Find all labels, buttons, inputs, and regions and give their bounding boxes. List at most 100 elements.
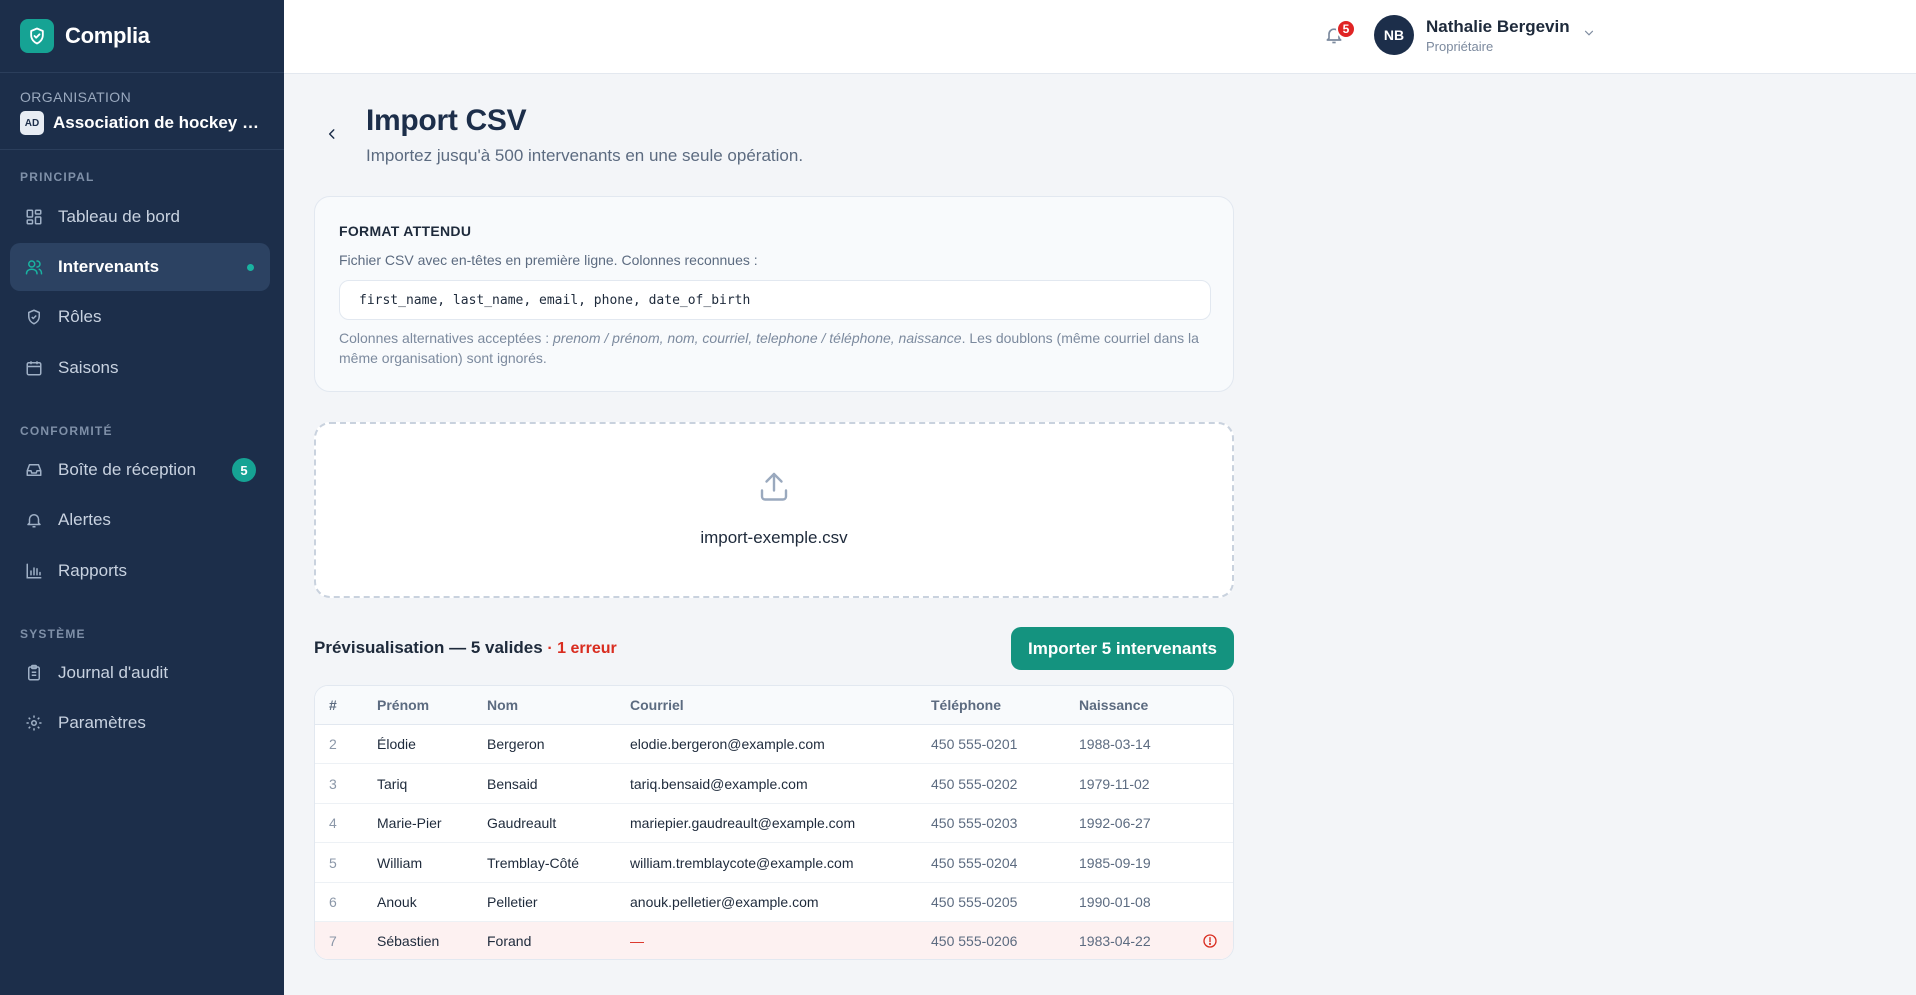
inbox-count-badge: 5 xyxy=(232,458,256,482)
table-row-error: 7 Sébastien Forand — 450 555-0206 1983-0… xyxy=(315,922,1233,959)
bar-chart-icon xyxy=(24,561,44,581)
cell-nom: Bergeron xyxy=(487,736,545,752)
cell-num: 4 xyxy=(329,815,337,831)
chevron-left-icon xyxy=(328,129,335,139)
sidebar-item-label: Saisons xyxy=(58,358,119,377)
app-name: Complia xyxy=(65,23,150,48)
preview-title: Prévisualisation — 5 valides · 1 erreur xyxy=(314,638,617,658)
org-label: ORGANISATION xyxy=(20,89,132,105)
cell-telephone: 450 555-0201 xyxy=(931,736,1018,752)
cell-courriel: anouk.pelletier@example.com xyxy=(630,894,819,910)
selected-file-name: import-exemple.csv xyxy=(700,528,848,547)
topbar xyxy=(284,0,1916,74)
sidebar-item-audit[interactable]: Journal d'audit xyxy=(10,649,270,697)
sidebar-item-label: Rapports xyxy=(58,561,127,580)
cell-naissance: 1990-01-08 xyxy=(1079,894,1151,910)
user-role: Propriétaire xyxy=(1426,39,1494,54)
cell-prenom: William xyxy=(377,855,423,871)
error-alert-icon[interactable] xyxy=(1202,933,1219,950)
cell-num: 5 xyxy=(329,855,337,871)
col-header-naissance: Naissance xyxy=(1079,697,1149,713)
cell-telephone: 450 555-0204 xyxy=(931,855,1018,871)
sidebar-item-intervenants[interactable]: Intervenants xyxy=(10,243,270,291)
format-note: Colonnes alternatives acceptées : prenom… xyxy=(339,328,1219,368)
col-header-telephone: Téléphone xyxy=(931,697,1002,713)
avatar[interactable]: NB xyxy=(1374,15,1414,55)
sidebar-item-label: Paramètres xyxy=(58,713,146,732)
cell-naissance: 1988-03-14 xyxy=(1079,736,1151,752)
user-name[interactable]: Nathalie Bergevin xyxy=(1426,17,1570,37)
sidebar-item-saisons[interactable]: Saisons xyxy=(10,344,270,392)
cell-num: 6 xyxy=(329,894,337,910)
section-label-principal: PRINCIPAL xyxy=(20,170,95,184)
format-card: FORMAT ATTENDU Fichier CSV avec en-têtes… xyxy=(314,196,1234,392)
cell-telephone: 450 555-0206 xyxy=(931,933,1018,949)
bell-icon xyxy=(24,510,44,530)
page-title: Import CSV xyxy=(366,104,527,137)
cell-nom: Tremblay-Côté xyxy=(487,855,580,871)
table-row: 4 Marie-Pier Gaudreault mariepier.gaudre… xyxy=(315,804,1233,843)
chevron-down-icon[interactable] xyxy=(1582,26,1598,42)
sidebar: Complia ORGANISATION AD Association de h… xyxy=(0,0,284,995)
cell-num: 3 xyxy=(329,776,337,792)
col-header-courriel: Courriel xyxy=(630,697,684,713)
sidebar-item-parametres[interactable]: Paramètres xyxy=(10,699,270,747)
calendar-icon xyxy=(24,358,44,378)
cell-courriel: william.tremblaycote@example.com xyxy=(630,855,854,871)
cell-prenom: Sébastien xyxy=(377,933,440,949)
sidebar-item-roles[interactable]: Rôles xyxy=(10,293,270,341)
cell-telephone: 450 555-0203 xyxy=(931,815,1018,831)
sidebar-item-inbox[interactable]: Boîte de réception 5 xyxy=(10,446,270,494)
brand[interactable]: Complia xyxy=(0,0,284,72)
org-name: Association de hockey mineur xyxy=(53,113,263,132)
cell-prenom: Marie-Pier xyxy=(377,815,442,831)
users-icon xyxy=(24,257,44,277)
active-dot xyxy=(247,263,254,271)
table-row: 6 Anouk Pelletier anouk.pelletier@exampl… xyxy=(315,883,1233,922)
section-label-conformite: CONFORMITÉ xyxy=(20,424,113,438)
back-button[interactable] xyxy=(322,122,342,146)
sidebar-item-dashboard[interactable]: Tableau de bord xyxy=(10,193,270,241)
cell-prenom: Anouk xyxy=(377,894,417,910)
cell-nom: Bensaid xyxy=(487,776,538,792)
sidebar-item-label: Tableau de bord xyxy=(58,207,180,226)
notifications-badge: 5 xyxy=(1336,19,1356,39)
table-header: # Prénom Nom Courriel Téléphone Naissanc… xyxy=(315,686,1233,725)
cell-nom: Gaudreault xyxy=(487,815,557,831)
file-dropzone[interactable]: import-exemple.csv xyxy=(314,422,1234,598)
table-row: 5 William Tremblay-Côté william.tremblay… xyxy=(315,844,1233,883)
cell-prenom: Tariq xyxy=(377,776,408,792)
sidebar-item-label: Intervenants xyxy=(58,257,160,276)
preview-valid-count: Prévisualisation — 5 valides xyxy=(314,638,543,657)
cell-prenom: Élodie xyxy=(377,736,416,752)
page-subtitle: Importez jusqu'à 500 intervenants en une… xyxy=(366,146,804,165)
preview-error-count: · 1 erreur xyxy=(547,640,617,657)
sidebar-item-label: Alertes xyxy=(58,510,111,529)
cell-naissance: 1985-09-19 xyxy=(1079,855,1151,871)
table-row: 2 Élodie Bergeron elodie.bergeron@exampl… xyxy=(315,725,1233,764)
org-avatar: AD xyxy=(20,111,44,135)
cell-num: 7 xyxy=(329,933,337,949)
cell-naissance: 1992-06-27 xyxy=(1079,815,1151,831)
columns-code: first_name, last_name, email, phone, dat… xyxy=(339,280,1211,320)
format-description: Fichier CSV avec en-têtes en première li… xyxy=(339,252,758,268)
preview-table: # Prénom Nom Courriel Téléphone Naissanc… xyxy=(314,685,1234,960)
cell-telephone: 450 555-0202 xyxy=(931,776,1018,792)
sidebar-item-rapports[interactable]: Rapports xyxy=(10,547,270,595)
cell-courriel: mariepier.gaudreault@example.com xyxy=(630,815,856,831)
gear-icon xyxy=(24,713,44,733)
org-switcher[interactable]: ORGANISATION AD Association de hockey mi… xyxy=(0,72,284,150)
shield-check-logo-icon xyxy=(20,19,54,53)
sidebar-item-label: Boîte de réception xyxy=(58,460,196,479)
cell-telephone: 450 555-0205 xyxy=(931,894,1018,910)
cell-num: 2 xyxy=(329,736,337,752)
cell-courriel: tariq.bensaid@example.com xyxy=(630,776,808,792)
cell-naissance: 1979-11-02 xyxy=(1079,776,1150,792)
col-header-nom: Nom xyxy=(487,697,519,713)
cell-nom: Pelletier xyxy=(487,894,538,910)
sidebar-item-alertes[interactable]: Alertes xyxy=(10,496,270,544)
section-label-systeme: SYSTÈME xyxy=(20,627,86,641)
cell-courriel: — xyxy=(630,933,644,949)
import-button[interactable]: Importer 5 intervenants xyxy=(1011,627,1234,670)
upload-icon xyxy=(756,468,792,504)
